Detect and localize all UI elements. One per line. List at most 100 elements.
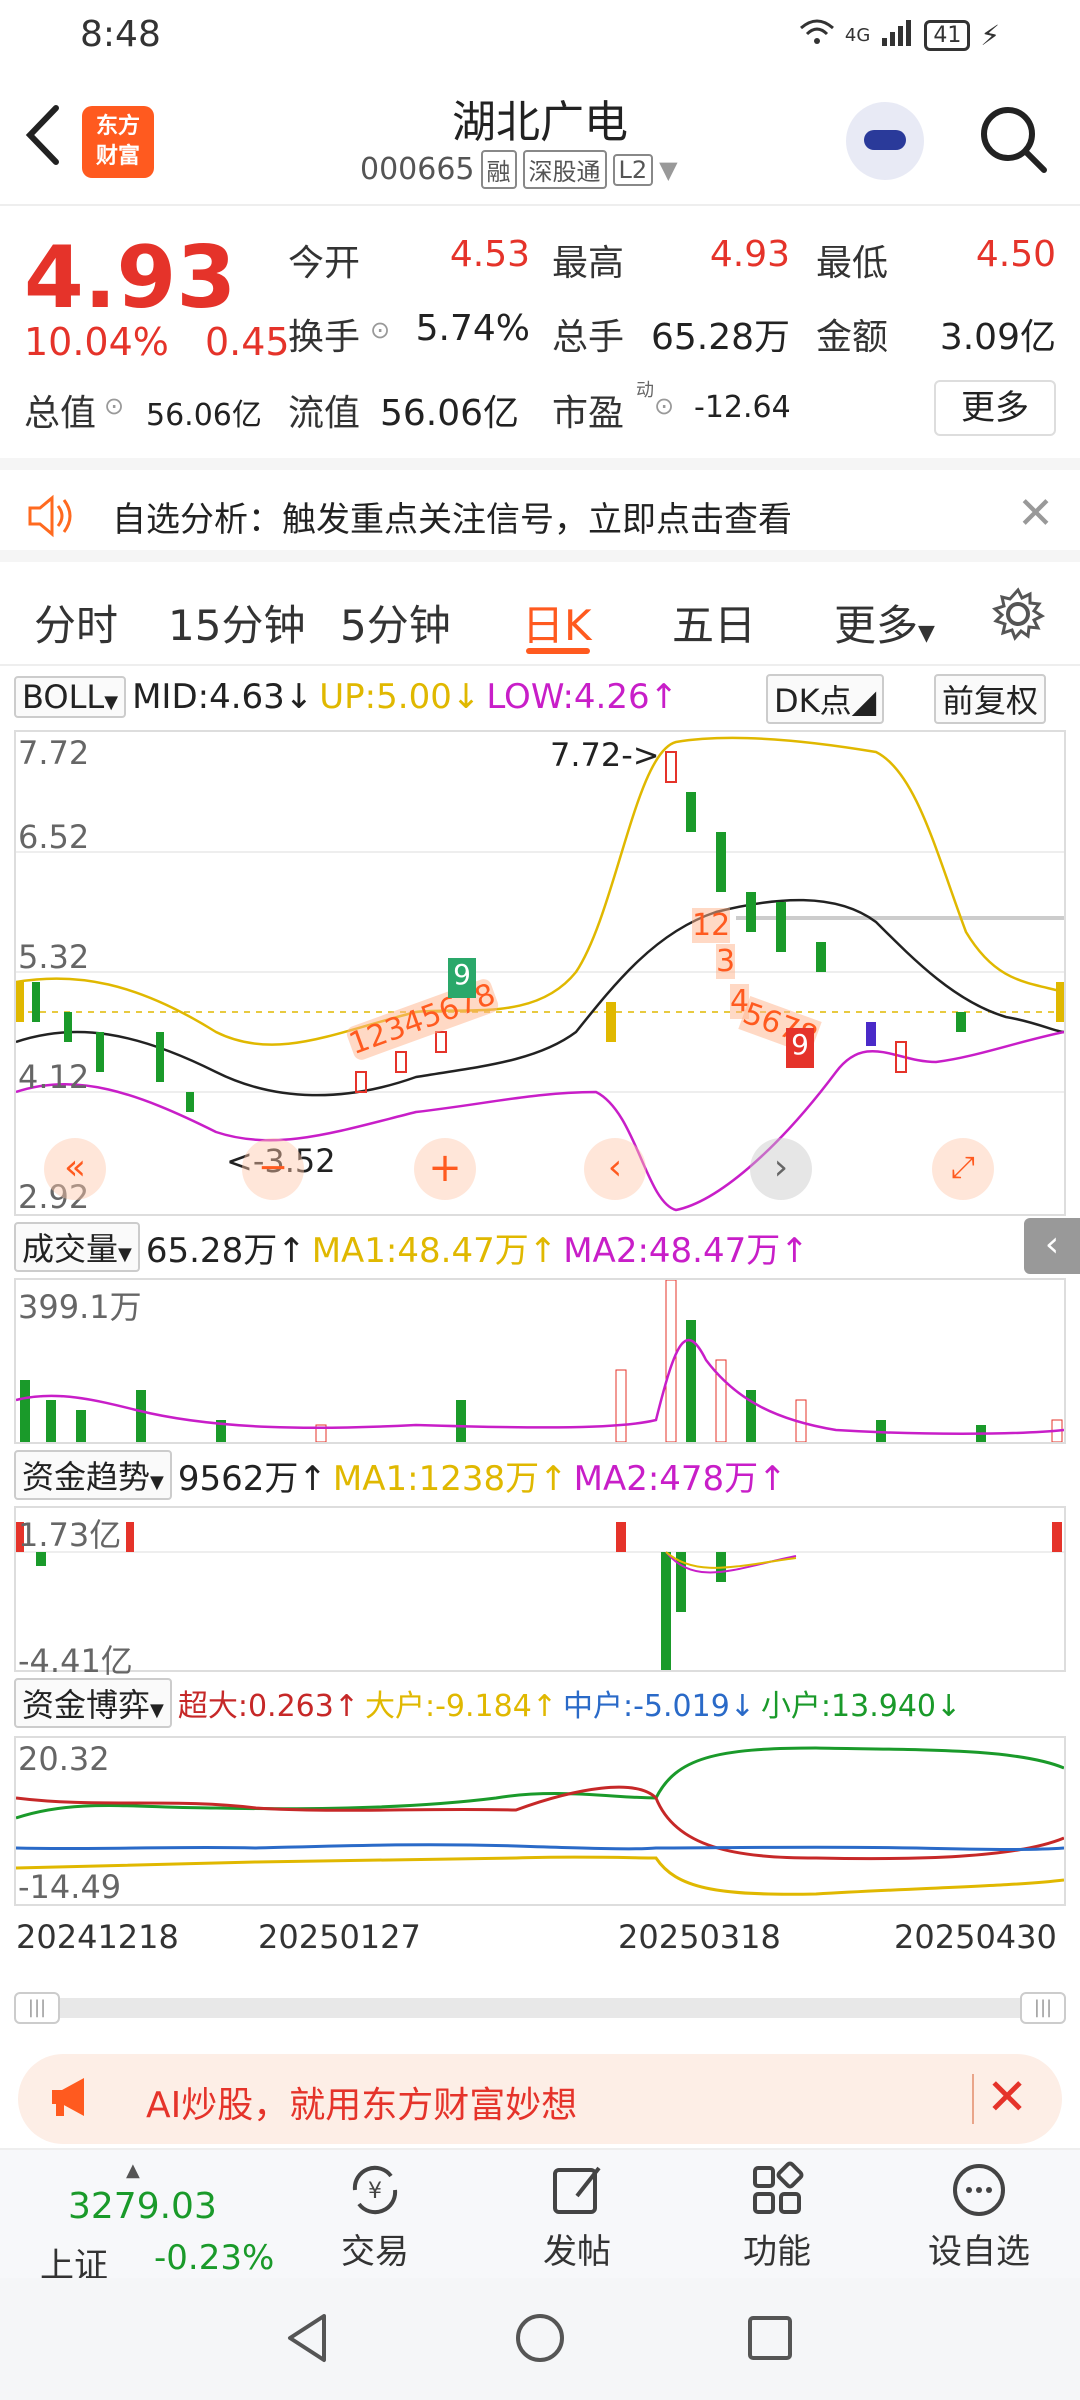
fund-game-super: 超大:0.263↑ xyxy=(177,1689,359,1724)
network-type: 4G xyxy=(844,25,871,46)
info-icon[interactable]: ⊙ xyxy=(104,392,124,420)
stock-name: 湖北广电 xyxy=(452,97,628,148)
range-slider[interactable]: ||| ||| xyxy=(14,1992,1066,2024)
kline-chart[interactable]: 7.72 6.52 5.32 4.12 2.92 7.72-> <-3.52 1… xyxy=(14,730,1066,1216)
scroll-left-icon[interactable]: ‹ xyxy=(584,1138,646,1200)
fund-game-chart[interactable]: 20.32 -14.49 xyxy=(14,1736,1066,1906)
scroll-left-fast-icon[interactable]: « xyxy=(44,1138,106,1200)
current-price: 4.93 xyxy=(24,228,237,328)
search-button[interactable] xyxy=(976,102,1050,176)
fund-trend-selector[interactable]: 资金趋势▼ xyxy=(14,1450,172,1500)
volume-ma1: MA1:48.47万↑ xyxy=(311,1230,558,1271)
fund-game-indicator-row: 资金博弈▼ 超大:0.263↑ 大户:-9.184↑ 中户:-5.019↓ 小户… xyxy=(0,1674,1080,1732)
app-logo[interactable]: 东方 财富 xyxy=(82,106,154,178)
yuan-exchange-icon: ¥ xyxy=(300,2160,450,2224)
bottom-toolbar: ▲ 3279.03 上证 -0.23% ¥ 交易 发帖 功能 设自选 xyxy=(0,2148,1080,2286)
open-label: 今开 xyxy=(288,243,361,284)
volume-current: 65.28万↑ xyxy=(145,1230,306,1271)
dropdown-icon[interactable]: ▼ xyxy=(659,156,677,184)
nav-recent-icon[interactable] xyxy=(742,2310,798,2370)
tab-15min[interactable]: 15分钟 xyxy=(168,592,305,653)
tab-active-indicator xyxy=(526,648,590,654)
fund-trend-ma2: MA2:478万↑ xyxy=(573,1458,787,1499)
search-icon xyxy=(981,107,1047,173)
post-button[interactable]: 发帖 xyxy=(502,2160,652,2273)
fund-trend-indicator-row: 资金趋势▼ 9562万↑ MA1:1238万↑ MA2:478万↑ xyxy=(0,1446,1080,1504)
trade-label: 交易 xyxy=(341,2232,409,2272)
mktcap-value: 56.06亿 xyxy=(146,398,262,433)
volume-ma2-value: MA2:48.47万 xyxy=(563,1230,781,1271)
nav-home-icon[interactable] xyxy=(512,2310,568,2370)
high-label: 最高 xyxy=(552,243,625,284)
collapse-panel-icon[interactable]: ‹ xyxy=(1024,1218,1080,1274)
stock-header: 东方 财富 湖北广电 000665 融 深股通 L2 ▼ xyxy=(0,72,1080,206)
fund-game-large: 大户:-9.184↑ xyxy=(365,1689,557,1724)
date-label: 20250127 xyxy=(258,1918,421,1956)
status-icons: 4G 41 ⚡ xyxy=(799,18,1000,53)
info-icon[interactable]: ⊙ xyxy=(370,316,390,344)
fund-trend-current-value: 9562万 xyxy=(177,1458,299,1499)
close-icon[interactable]: ✕ xyxy=(986,2068,1028,2126)
volume-ma1-value: MA1:48.47万 xyxy=(311,1230,529,1271)
nav-back-icon[interactable] xyxy=(280,2310,336,2370)
range-handle-left[interactable]: ||| xyxy=(14,1992,60,2024)
svg-text:¥: ¥ xyxy=(368,2179,382,2204)
grid-icon xyxy=(702,2160,852,2224)
stock-code-row[interactable]: 000665 融 深股通 L2 ▼ xyxy=(360,150,678,189)
y-axis-label: -14.49 xyxy=(18,1868,122,1906)
float-label: 流值 xyxy=(288,393,361,434)
alert-bar[interactable]: 自选分析：触发重点关注信号，立即点击查看 ✕ xyxy=(0,458,1080,562)
fund-trend-chart[interactable]: 1.73亿 -4.41亿 xyxy=(14,1506,1066,1680)
tab-five-day[interactable]: 五日 xyxy=(672,592,756,653)
tab-daily-k[interactable]: 日K xyxy=(522,592,592,653)
caret-down-icon: ▼ xyxy=(118,1244,132,1265)
turnover-value: 5.74% xyxy=(415,308,530,349)
y-axis-label: 5.32 xyxy=(18,938,90,976)
signal-icon xyxy=(880,18,914,53)
promo-text: AI炒股，就用东方财富妙想 xyxy=(146,2085,578,2126)
logo-text-top: 东方 xyxy=(95,114,140,139)
boll-indicator-row: BOLL▼ MID:4.63↓ UP:5.00↓ LOW:4.26↑ xyxy=(0,668,1080,726)
open-value: 4.53 xyxy=(449,234,530,275)
tab-more[interactable]: 更多▼ xyxy=(834,592,935,653)
fund-game-selector[interactable]: 资金博弈▼ xyxy=(14,1678,172,1728)
candles xyxy=(16,751,1064,1112)
change-percent: 10.04% xyxy=(24,320,169,364)
caret-down-icon: ▼ xyxy=(150,1472,164,1493)
close-icon[interactable]: ✕ xyxy=(1017,488,1054,539)
megaphone-icon xyxy=(48,2074,98,2130)
tab-minute[interactable]: 分时 xyxy=(34,592,118,653)
adjustment-selector[interactable]: 前复权 xyxy=(934,674,1047,724)
assistant-avatar[interactable] xyxy=(846,102,924,180)
boll-selector[interactable]: BOLL▼ xyxy=(14,676,127,718)
edit-icon xyxy=(502,2160,652,2224)
info-icon[interactable]: ⊙ xyxy=(654,392,674,420)
promo-banner[interactable]: AI炒股，就用东方财富妙想 ✕ xyxy=(18,2054,1062,2144)
zoom-in-icon[interactable]: + xyxy=(414,1138,476,1200)
pe-label: 市盈 xyxy=(552,393,625,434)
add-watchlist-button[interactable]: 设自选 xyxy=(904,2160,1054,2273)
y-axis-label: 399.1万 xyxy=(18,1288,142,1326)
scroll-right-icon[interactable]: › xyxy=(750,1138,812,1200)
back-button[interactable] xyxy=(18,100,78,170)
date-label: 20250430 xyxy=(894,1918,1057,1956)
float-value: 56.06亿 xyxy=(380,393,520,434)
fullscreen-icon[interactable]: ⤢ xyxy=(932,1138,994,1200)
boll-up-value: UP:5.00 xyxy=(319,677,452,717)
dk-point-toggle[interactable]: DK点◢ xyxy=(766,674,885,724)
functions-button[interactable]: 功能 xyxy=(702,2160,852,2273)
tag-level2: L2 xyxy=(612,153,654,186)
fund-game-small-value: 小户:13.940 xyxy=(760,1689,937,1724)
tab-5min[interactable]: 5分钟 xyxy=(340,592,451,653)
volume-chart[interactable]: 399.1万 xyxy=(14,1278,1066,1444)
index-change: -0.23% xyxy=(154,2238,275,2278)
range-handle-right[interactable]: ||| xyxy=(1020,1992,1066,2024)
zoom-out-icon[interactable]: − xyxy=(242,1138,304,1200)
tab-more-label: 更多 xyxy=(834,601,919,650)
mktcap-label: 总值 xyxy=(24,393,97,434)
gear-icon[interactable] xyxy=(990,586,1046,646)
trade-button[interactable]: ¥ 交易 xyxy=(300,2160,450,2273)
td-sequence-right: 12 xyxy=(692,908,731,943)
volume-selector[interactable]: 成交量▼ xyxy=(14,1222,140,1272)
more-button[interactable]: 更多 xyxy=(934,380,1056,436)
